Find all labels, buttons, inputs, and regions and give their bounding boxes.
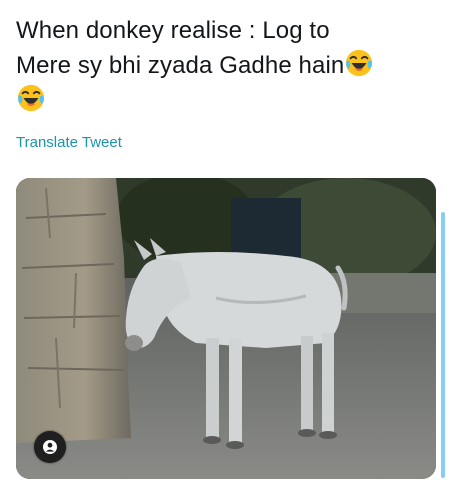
scrollbar[interactable] <box>441 212 445 478</box>
tweet-line-1: When donkey realise : Log to <box>16 17 330 44</box>
tweet-text: When donkey realise : Log to Mere sy bhi… <box>16 14 436 118</box>
tweet-media-image[interactable] <box>16 178 436 479</box>
laughing-emoji-icon <box>17 84 45 112</box>
person-icon[interactable] <box>34 431 66 463</box>
tweet-line-2: Mere sy bhi zyada Gadhe hain <box>16 52 345 79</box>
donkey-photo <box>16 178 436 479</box>
laughing-emoji-icon <box>346 49 373 77</box>
translate-tweet-link[interactable]: Translate Tweet <box>16 134 122 151</box>
